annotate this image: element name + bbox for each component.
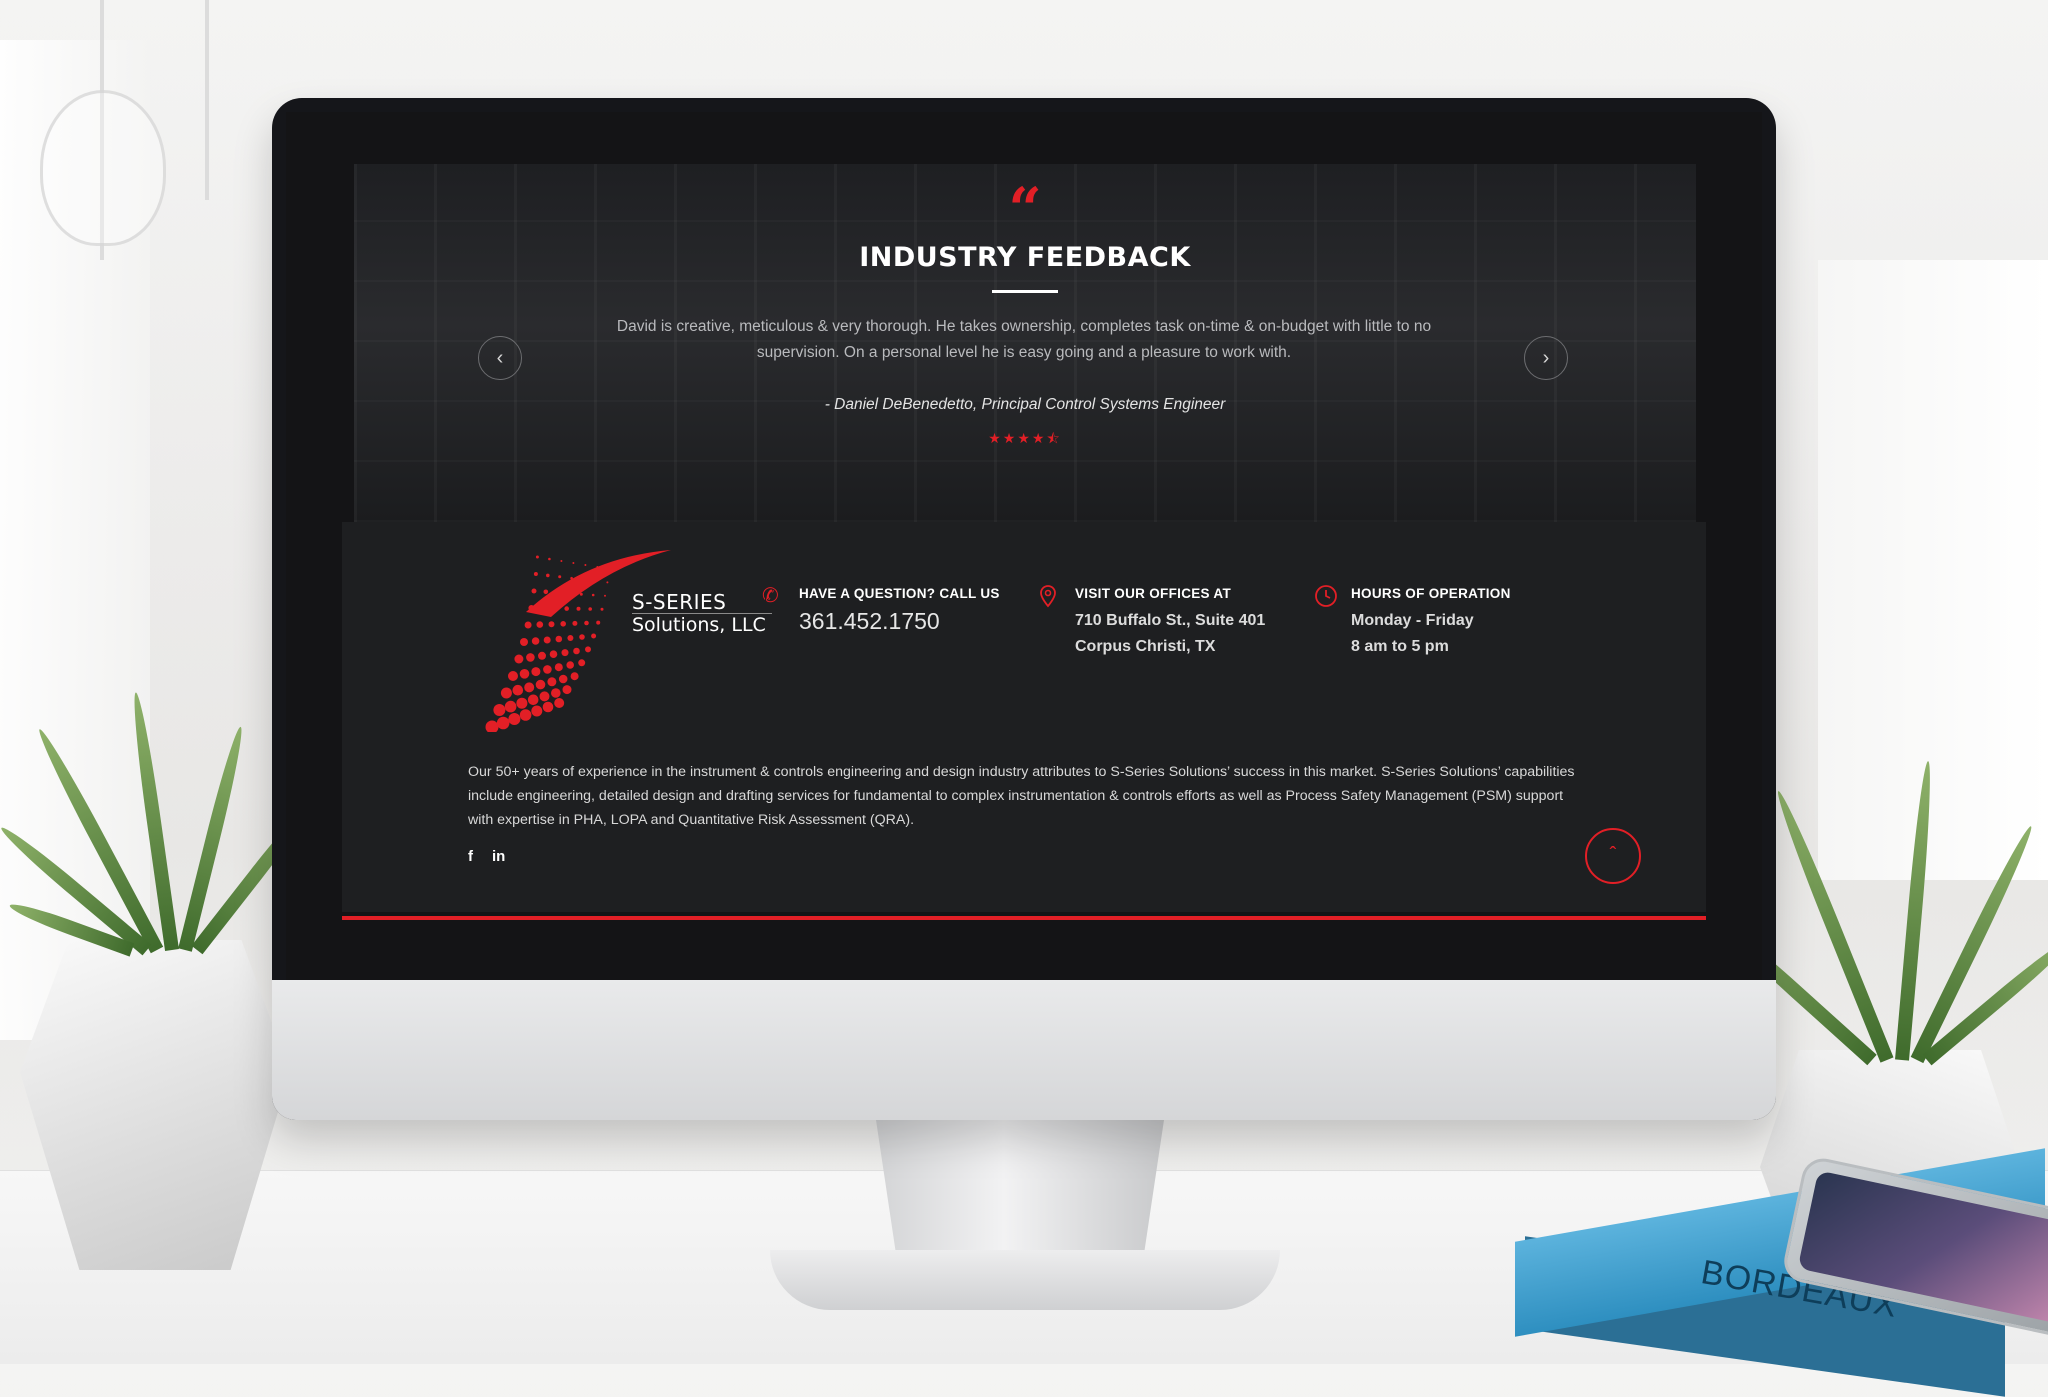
star-icon: ★ (1002, 430, 1018, 446)
testimonial-text: David is creative, meticulous & very tho… (616, 318, 1432, 361)
chevron-right-icon: › (1542, 347, 1550, 369)
monitor-stand-neck (876, 1120, 1164, 1270)
hours-time: 8 am to 5 pm (1351, 638, 1449, 655)
star-rating: ★★★★⯪ (354, 428, 1696, 452)
office-address-line2: Corpus Christi, TX (1075, 638, 1216, 655)
logo-text-line1: S-SERIES (632, 590, 727, 614)
facebook-icon[interactable]: f (468, 848, 473, 865)
monitor-stand-base (770, 1250, 1280, 1310)
star-icon: ★ (988, 430, 1003, 446)
s-series-logo-mark[interactable] (466, 542, 676, 732)
testimonial-section: “ INDUSTRY FEEDBACK ‹ › David is creativ… (354, 164, 1696, 522)
back-to-top-button[interactable]: ˆ (1585, 828, 1641, 884)
carousel-next-button[interactable]: › (1524, 336, 1568, 380)
pendant-lamp-cord-2 (205, 0, 209, 200)
chevron-up-icon: ˆ (1609, 844, 1617, 866)
phone-icon: ✆ (762, 585, 779, 607)
hours-days: Monday - Friday (1351, 612, 1474, 629)
star-half-icon: ⯪ (1046, 430, 1062, 446)
chevron-left-icon: ‹ (496, 347, 504, 369)
carousel-prev-button[interactable]: ‹ (478, 336, 522, 380)
linkedin-icon[interactable]: in (492, 848, 505, 865)
office-address-line1: 710 Buffalo St., Suite 401 (1075, 612, 1266, 629)
clock-icon (1314, 584, 1338, 608)
star-icon: ★ (1031, 430, 1047, 446)
phone-number-link[interactable]: 361.452.1750 (799, 608, 940, 635)
footer-accent-bar (342, 916, 1706, 920)
website-screen: “ INDUSTRY FEEDBACK ‹ › David is creativ… (286, 112, 1762, 980)
testimonial-author: - Daniel DeBenedetto, Principal Control … (824, 396, 1226, 413)
title-underline (992, 290, 1058, 293)
office-heading: VISIT OUR OFFICES AT (1075, 586, 1232, 601)
background-window-right (1818, 260, 2048, 880)
quote-icon: “ (1008, 175, 1042, 243)
phone-heading: HAVE A QUESTION? CALL US (799, 586, 1000, 601)
pendant-lamp-bulb (40, 90, 166, 246)
star-icon: ★ (1017, 430, 1032, 446)
site-footer: S-SERIES Solutions, LLC ✆ HAVE A QUESTIO… (342, 522, 1706, 912)
hours-heading: HOURS OF OPERATION (1351, 586, 1511, 601)
company-about-text: Our 50+ years of experience in the instr… (468, 764, 1575, 828)
section-title: INDUSTRY FEEDBACK (859, 242, 1191, 273)
monitor-chin (272, 980, 1776, 1120)
logo-text-line2: Solutions, LLC (632, 614, 766, 636)
map-pin-icon (1038, 584, 1062, 608)
